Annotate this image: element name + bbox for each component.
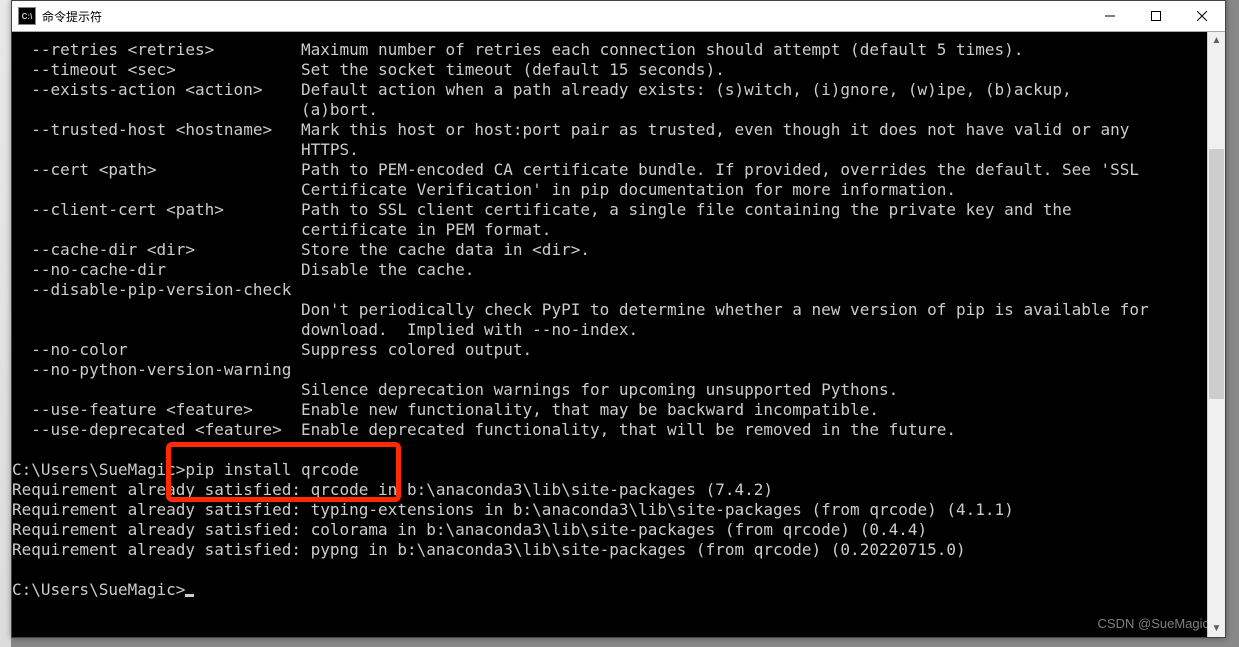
- minimize-button[interactable]: [1087, 1, 1133, 31]
- editor-gutter-fragment: [0, 0, 11, 647]
- terminal-line: --no-color Suppress colored output.: [12, 340, 532, 359]
- terminal-line: Requirement already satisfied: typing-ex…: [12, 500, 1014, 519]
- terminal-line: C:\Users\SueMagic>: [12, 580, 185, 599]
- highlight-box: [166, 442, 401, 502]
- terminal-line: --use-feature <feature> Enable new funct…: [12, 400, 879, 419]
- terminal-line: --no-python-version-warning: [12, 360, 291, 379]
- command-prompt-window: C:\ 命令提示符 --retries <retries> Maximum nu…: [11, 0, 1226, 638]
- terminal-line: Don't periodically check PyPI to determi…: [12, 300, 1149, 319]
- terminal-line: Requirement already satisfied: colorama …: [12, 520, 927, 539]
- scroll-up-button[interactable]: ▲: [1208, 32, 1225, 49]
- terminal-line: certificate in PEM format.: [12, 220, 551, 239]
- scrollbar-thumb[interactable]: [1209, 149, 1224, 399]
- terminal-line: --no-cache-dir Disable the cache.: [12, 260, 474, 279]
- cursor: [185, 594, 194, 597]
- terminal-line: --disable-pip-version-check: [12, 280, 291, 299]
- terminal-line: Silence deprecation warnings for upcomin…: [12, 380, 898, 399]
- terminal-line: --client-cert <path> Path to SSL client …: [12, 200, 1072, 219]
- window-buttons: [1087, 1, 1225, 31]
- vertical-scrollbar[interactable]: ▲ ▼: [1207, 32, 1225, 637]
- window-title: 命令提示符: [42, 8, 102, 25]
- terminal-line: --use-deprecated <feature> Enable deprec…: [12, 420, 956, 439]
- scrollbar-track[interactable]: [1208, 49, 1225, 620]
- app-icon: C:\: [18, 7, 36, 25]
- scroll-down-button[interactable]: ▼: [1208, 620, 1225, 637]
- terminal-line: HTTPS.: [12, 140, 359, 159]
- close-button[interactable]: [1179, 1, 1225, 31]
- terminal-line: --timeout <sec> Set the socket timeout (…: [12, 60, 725, 79]
- terminal-line: Requirement already satisfied: pypng in …: [12, 540, 966, 559]
- terminal-line: download. Implied with --no-index.: [12, 320, 638, 339]
- terminal-line: --retries <retries> Maximum number of re…: [12, 40, 1023, 59]
- terminal-line: --cache-dir <dir> Store the cache data i…: [12, 240, 590, 259]
- terminal-line: Certificate Verification' in pip documen…: [12, 180, 956, 199]
- titlebar[interactable]: C:\ 命令提示符: [12, 1, 1225, 32]
- terminal-line: --exists-action <action> Default action …: [12, 80, 1072, 99]
- terminal-line: (a)bort.: [12, 100, 378, 119]
- watermark: CSDN @SueMagic: [1098, 616, 1209, 631]
- terminal-line: --cert <path> Path to PEM-encoded CA cer…: [12, 160, 1139, 179]
- maximize-button[interactable]: [1133, 1, 1179, 31]
- app-icon-label: C:\: [22, 12, 33, 21]
- terminal-output[interactable]: --retries <retries> Maximum number of re…: [12, 32, 1225, 637]
- terminal-line: --trusted-host <hostname> Mark this host…: [12, 120, 1129, 139]
